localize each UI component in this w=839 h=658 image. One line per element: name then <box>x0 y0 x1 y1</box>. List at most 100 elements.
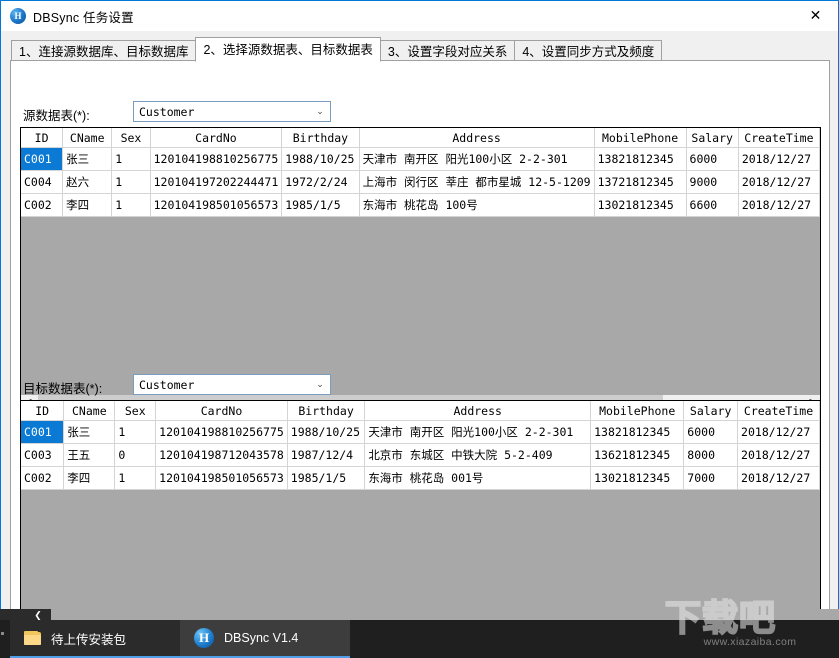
cell-birthday[interactable]: 1985/1/5 <box>281 193 360 217</box>
column-header-createtime[interactable]: CreateTime <box>738 128 820 148</box>
table-row[interactable]: C003 王五 0 120104198712043578 1987/12/4 北京市 东城… <box>21 443 820 467</box>
app-globe-icon: H <box>10 8 26 24</box>
taskbar-item-dbsync[interactable]: H DBSync V1.4 <box>180 620 350 658</box>
cell-cardno[interactable]: 120104198501056573 <box>155 466 288 490</box>
cell-salary[interactable]: 8000 <box>683 443 739 467</box>
cell-mobilephone[interactable]: 13021812345 <box>590 466 685 490</box>
table-row[interactable]: C002 李四 1 120104198501056573 1985/1/5 东海市 桃花岛… <box>21 466 820 490</box>
table-row[interactable]: C002 李四 1 120104198501056573 1985/1/5 东海市 桃花岛… <box>21 193 820 217</box>
column-header-createtime[interactable]: CreateTime <box>737 401 820 421</box>
source-table-label: 源数据表(*): <box>23 109 90 123</box>
cell-cname[interactable]: 赵六 <box>62 170 113 194</box>
cell-birthday[interactable]: 1988/10/25 <box>281 147 360 171</box>
column-header-address[interactable]: Address <box>359 128 595 148</box>
column-header-birthday[interactable]: Birthday <box>281 128 360 148</box>
cell-salary[interactable]: 7000 <box>683 466 739 490</box>
cell-address[interactable]: 天津市 南开区 阳光100小区 2-2-301 <box>364 420 592 444</box>
cell-cardno[interactable]: 120104198810256775 <box>155 420 288 444</box>
cell-id[interactable]: C003 <box>21 443 65 467</box>
close-icon[interactable]: ✕ <box>793 1 838 30</box>
cell-sex[interactable]: 1 <box>114 466 157 490</box>
column-header-cardno[interactable]: CardNo <box>150 128 283 148</box>
column-header-cname[interactable]: CName <box>63 401 116 421</box>
source-grid-table: ID CName Sex CardNo Birthday Address MobilePho… <box>21 128 820 217</box>
tab-connect-databases[interactable]: 1、连接源数据库、目标数据库 <box>11 40 197 62</box>
cell-salary[interactable]: 6000 <box>683 420 739 444</box>
tab-sync-mode-frequency[interactable]: 4、设置同步方式及频度 <box>514 40 663 62</box>
cell-createtime[interactable]: 2018/12/27 <box>738 170 820 194</box>
cell-id[interactable]: C001 <box>21 420 65 444</box>
cell-address[interactable]: 东海市 桃花岛 001号 <box>364 466 592 490</box>
cell-id[interactable]: C001 <box>21 147 64 171</box>
cell-cardno[interactable]: 120104198501056573 <box>150 193 283 217</box>
window-title: DBSync 任务设置 <box>33 10 134 25</box>
table-row[interactable]: C001 张三 1 120104198810256775 1988/10/25 天津市 南… <box>21 147 820 171</box>
cell-address[interactable]: 上海市 闵行区 莘庄 都市星城 12-5-1209 <box>359 170 595 194</box>
source-grid-viewport: ID CName Sex CardNo Birthday Address MobilePho… <box>21 128 820 395</box>
cell-salary[interactable]: 9000 <box>686 170 739 194</box>
cell-sex[interactable]: 0 <box>114 443 157 467</box>
column-header-id[interactable]: ID <box>21 401 65 421</box>
cell-id[interactable]: C002 <box>21 466 65 490</box>
cell-salary[interactable]: 6000 <box>686 147 739 171</box>
cell-mobilephone[interactable]: 13721812345 <box>594 170 687 194</box>
table-row[interactable]: C001 张三 1 120104198810256775 1988/10/25 天津市 南… <box>21 420 820 444</box>
column-header-sex[interactable]: Sex <box>111 128 151 148</box>
target-grid-table: ID CName Sex CardNo Birthday Address MobilePho… <box>21 401 820 490</box>
cell-address[interactable]: 天津市 南开区 阳光100小区 2-2-301 <box>359 147 595 171</box>
cell-mobilephone[interactable]: 13821812345 <box>594 147 687 171</box>
column-header-cname[interactable]: CName <box>62 128 113 148</box>
target-table-combo[interactable]: Customer ⌄ <box>133 374 331 395</box>
cell-address[interactable]: 北京市 东城区 中铁大院 5-2-409 <box>364 443 592 467</box>
cell-birthday[interactable]: 1987/12/4 <box>287 443 366 467</box>
target-data-grid[interactable]: ID CName Sex CardNo Birthday Address MobilePho… <box>20 400 821 643</box>
cell-address[interactable]: 东海市 桃花岛 100号 <box>359 193 595 217</box>
cell-createtime[interactable]: 2018/12/27 <box>738 147 820 171</box>
cell-id[interactable]: C004 <box>21 170 64 194</box>
cell-salary[interactable]: 6600 <box>686 193 739 217</box>
folder-icon <box>24 631 41 645</box>
column-header-mobilephone[interactable]: MobilePhone <box>594 128 687 148</box>
cell-cardno[interactable]: 120104197202244471 <box>150 170 283 194</box>
cell-createtime[interactable]: 2018/12/27 <box>737 420 820 444</box>
cell-sex[interactable]: 1 <box>114 420 157 444</box>
cell-cname[interactable]: 李四 <box>62 193 113 217</box>
cell-sex[interactable]: 1 <box>111 170 151 194</box>
cell-sex[interactable]: 1 <box>111 193 151 217</box>
column-header-mobilephone[interactable]: MobilePhone <box>590 401 685 421</box>
source-data-grid[interactable]: ID CName Sex CardNo Birthday Address MobilePho… <box>20 127 821 413</box>
cell-sex[interactable]: 1 <box>111 147 151 171</box>
cell-cname[interactable]: 张三 <box>62 147 113 171</box>
tab-field-mapping[interactable]: 3、设置字段对应关系 <box>379 40 516 62</box>
column-header-cardno[interactable]: CardNo <box>155 401 288 421</box>
column-header-salary[interactable]: Salary <box>686 128 739 148</box>
table-row[interactable]: C004 赵六 1 120104197202244471 1972/2/24 上海市 闵行… <box>21 170 820 194</box>
cell-birthday[interactable]: 1988/10/25 <box>287 420 366 444</box>
cell-mobilephone[interactable]: 13621812345 <box>590 443 685 467</box>
cell-birthday[interactable]: 1985/1/5 <box>287 466 366 490</box>
cell-birthday[interactable]: 1972/2/24 <box>281 170 360 194</box>
column-header-address[interactable]: Address <box>364 401 592 421</box>
column-header-id[interactable]: ID <box>21 128 64 148</box>
cell-cname[interactable]: 李四 <box>63 466 116 490</box>
cell-cardno[interactable]: 120104198712043578 <box>155 443 288 467</box>
cell-createtime[interactable]: 2018/12/27 <box>738 193 820 217</box>
cell-mobilephone[interactable]: 13021812345 <box>594 193 687 217</box>
column-header-sex[interactable]: Sex <box>114 401 157 421</box>
cell-cname[interactable]: 王五 <box>63 443 116 467</box>
windows-taskbar: 待上传安装包 H DBSync V1.4 <box>0 620 839 658</box>
cell-cardno[interactable]: 120104198810256775 <box>150 147 283 171</box>
column-header-salary[interactable]: Salary <box>683 401 739 421</box>
target-table-label: 目标数据表(*): <box>23 382 103 396</box>
cell-cname[interactable]: 张三 <box>63 420 116 444</box>
tab-select-tables[interactable]: 2、选择源数据表、目标数据表 <box>195 37 381 62</box>
tab-strip: 1、连接源数据库、目标数据库 2、选择源数据表、目标数据表 3、设置字段对应关系… <box>1 31 838 62</box>
taskbar-item-explorer[interactable]: 待上传安装包 <box>10 620 180 658</box>
cell-id[interactable]: C002 <box>21 193 64 217</box>
column-header-birthday[interactable]: Birthday <box>287 401 366 421</box>
cell-createtime[interactable]: 2018/12/27 <box>737 443 820 467</box>
cell-mobilephone[interactable]: 13821812345 <box>590 420 685 444</box>
cell-createtime[interactable]: 2018/12/27 <box>737 466 820 490</box>
dbsync-task-settings-window: H DBSync 任务设置 ✕ 1、连接源数据库、目标数据库 2、选择源数据表、… <box>0 0 839 658</box>
source-table-combo[interactable]: Customer ⌄ <box>133 101 331 122</box>
